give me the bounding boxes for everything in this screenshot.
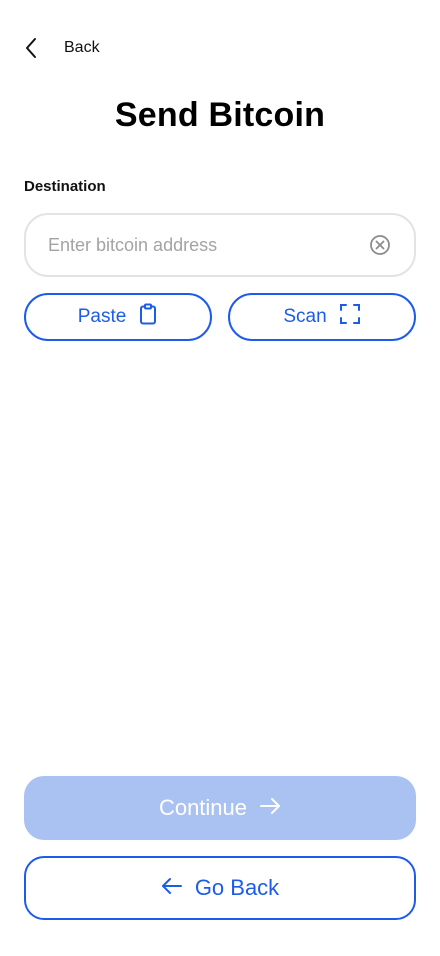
chevron-left-icon xyxy=(24,34,46,62)
scan-button[interactable]: Scan xyxy=(228,293,416,341)
go-back-label: Go Back xyxy=(194,875,280,900)
scan-frame-icon xyxy=(339,303,361,331)
paste-label: Paste xyxy=(77,306,127,327)
clear-circle-icon[interactable] xyxy=(368,233,392,257)
continue-button[interactable]: Continue xyxy=(24,776,416,840)
destination-field xyxy=(24,213,416,277)
send-bitcoin-screen: Back Send Bitcoin Destination Paste Scan xyxy=(0,0,440,956)
back-button[interactable]: Back xyxy=(24,34,100,62)
scan-label: Scan xyxy=(283,306,327,327)
destination-label: Destination xyxy=(24,178,106,195)
go-back-button[interactable]: Go Back xyxy=(24,856,416,920)
arrow-right-icon xyxy=(259,795,281,821)
back-label: Back xyxy=(64,39,100,56)
continue-label: Continue xyxy=(158,795,248,820)
clipboard-icon xyxy=(138,303,158,331)
destination-input[interactable] xyxy=(48,225,368,265)
paste-button[interactable]: Paste xyxy=(24,293,212,341)
page-title: Send Bitcoin xyxy=(114,96,326,134)
arrow-left-icon xyxy=(161,875,183,901)
